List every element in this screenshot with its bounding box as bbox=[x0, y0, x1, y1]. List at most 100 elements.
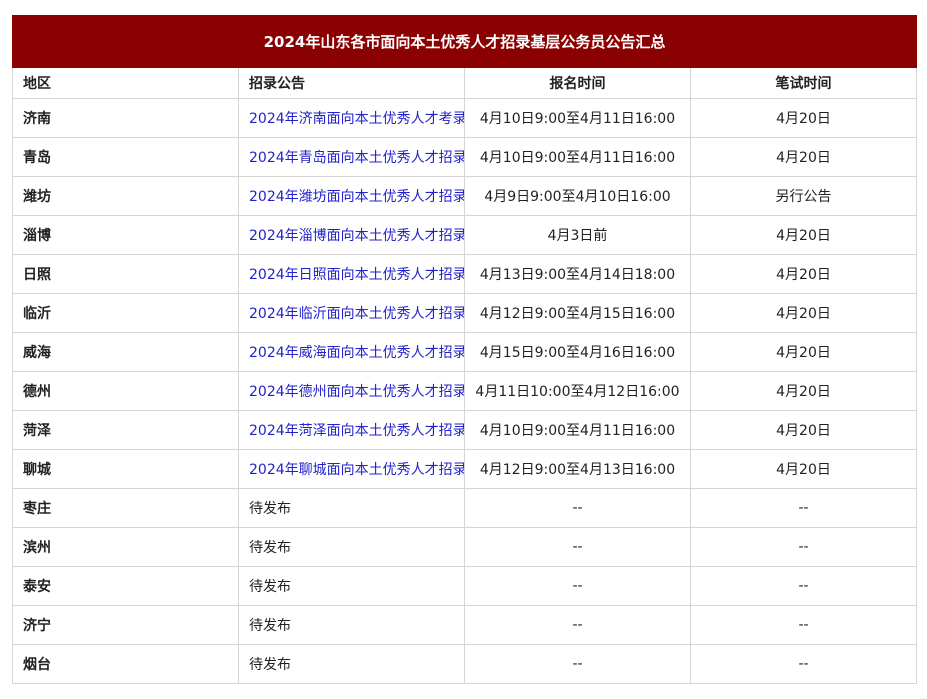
registration-time-cell: 4月10日9:00至4月11日16:00 bbox=[464, 137, 691, 177]
exam-time-cell: 另行公告 bbox=[690, 176, 917, 216]
region-cell: 聊城 bbox=[12, 449, 239, 489]
region-cell: 济南 bbox=[12, 98, 239, 138]
notice-link[interactable]: 2024年淄博面向本土优秀人才招录基层公务员6人公告 bbox=[249, 228, 464, 244]
notice-link[interactable]: 2024年德州面向本土优秀人才招录基层公务员33人公告 bbox=[249, 384, 464, 400]
table-row: 烟台 待发布 -- -- bbox=[12, 644, 917, 684]
header-registration: 报名时间 bbox=[464, 67, 691, 99]
region-cell: 菏泽 bbox=[12, 410, 239, 450]
exam-time-cell: 4月20日 bbox=[690, 410, 917, 450]
notice-cell: 待发布 bbox=[238, 644, 465, 684]
announcement-table: 2024年山东各市面向本土优秀人才招录基层公务员公告汇总 地区 招录公告 报名时… bbox=[12, 15, 917, 684]
exam-time-cell: -- bbox=[690, 605, 917, 645]
registration-time-cell: 4月3日前 bbox=[464, 215, 691, 255]
region-cell: 滨州 bbox=[12, 527, 239, 567]
notice-link[interactable]: 2024年菏泽面向本土优秀人才招录公务员12人公告 bbox=[249, 423, 464, 439]
notice-cell: 待发布 bbox=[238, 527, 465, 567]
notice-link[interactable]: 2024年济南面向本土优秀人才考录基层公务员16人公告 bbox=[249, 111, 464, 127]
title-row: 2024年山东各市面向本土优秀人才招录基层公务员公告汇总 bbox=[12, 15, 917, 68]
notice-link[interactable]: 2024年临沂面向本土优秀人才招录基层公务员27人公告 bbox=[249, 306, 464, 322]
region-cell: 枣庄 bbox=[12, 488, 239, 528]
exam-time-cell: 4月20日 bbox=[690, 98, 917, 138]
notice-cell: 2024年淄博面向本土优秀人才招录基层公务员6人公告 bbox=[238, 215, 465, 255]
registration-time-cell: 4月15日9:00至4月16日16:00 bbox=[464, 332, 691, 372]
region-cell: 济宁 bbox=[12, 605, 239, 645]
table-row: 泰安 待发布 -- -- bbox=[12, 566, 917, 606]
notice-link[interactable]: 2024年日照面向本土优秀人才招录公务员4人公告 bbox=[249, 267, 464, 283]
registration-time-cell: -- bbox=[464, 527, 691, 567]
exam-time-cell: -- bbox=[690, 566, 917, 606]
notice-pending-text: 待发布 bbox=[249, 579, 291, 595]
region-cell: 潍坊 bbox=[12, 176, 239, 216]
announcement-summary: 2024年山东各市面向本土优秀人才招录基层公务员公告汇总 地区 招录公告 报名时… bbox=[12, 15, 917, 684]
notice-pending-text: 待发布 bbox=[249, 501, 291, 517]
notice-link[interactable]: 2024年潍坊面向本土优秀人才招录基层公务员29人公告 bbox=[249, 189, 464, 205]
notice-cell: 2024年潍坊面向本土优秀人才招录基层公务员29人公告 bbox=[238, 176, 465, 216]
exam-time-cell: 4月20日 bbox=[690, 449, 917, 489]
registration-time-cell: -- bbox=[464, 566, 691, 606]
exam-time-cell: 4月20日 bbox=[690, 215, 917, 255]
table-row: 日照 2024年日照面向本土优秀人才招录公务员4人公告 4月13日9:00至4月… bbox=[12, 254, 917, 294]
notice-cell: 2024年威海面向本土优秀人才招录基层公务员12人公告 bbox=[238, 332, 465, 372]
table-row: 德州 2024年德州面向本土优秀人才招录基层公务员33人公告 4月11日10:0… bbox=[12, 371, 917, 411]
registration-time-cell: 4月12日9:00至4月15日16:00 bbox=[464, 293, 691, 333]
region-cell: 临沂 bbox=[12, 293, 239, 333]
registration-time-cell: 4月12日9:00至4月13日16:00 bbox=[464, 449, 691, 489]
table-row: 临沂 2024年临沂面向本土优秀人才招录基层公务员27人公告 4月12日9:00… bbox=[12, 293, 917, 333]
registration-time-cell: -- bbox=[464, 605, 691, 645]
exam-time-cell: -- bbox=[690, 527, 917, 567]
exam-time-cell: 4月20日 bbox=[690, 254, 917, 294]
notice-link[interactable]: 2024年威海面向本土优秀人才招录基层公务员12人公告 bbox=[249, 345, 464, 361]
notice-pending-text: 待发布 bbox=[249, 540, 291, 556]
registration-time-cell: -- bbox=[464, 488, 691, 528]
registration-time-cell: 4月10日9:00至4月11日16:00 bbox=[464, 410, 691, 450]
notice-pending-text: 待发布 bbox=[249, 657, 291, 673]
region-cell: 日照 bbox=[12, 254, 239, 294]
notice-link[interactable]: 2024年青岛面向本土优秀人才招录基层公务员17人公告 bbox=[249, 150, 464, 166]
table-row: 潍坊 2024年潍坊面向本土优秀人才招录基层公务员29人公告 4月9日9:00至… bbox=[12, 176, 917, 216]
exam-time-cell: 4月20日 bbox=[690, 137, 917, 177]
registration-time-cell: -- bbox=[464, 644, 691, 684]
table-row: 菏泽 2024年菏泽面向本土优秀人才招录公务员12人公告 4月10日9:00至4… bbox=[12, 410, 917, 450]
notice-cell: 待发布 bbox=[238, 488, 465, 528]
notice-cell: 待发布 bbox=[238, 566, 465, 606]
region-cell: 淄博 bbox=[12, 215, 239, 255]
notice-cell: 待发布 bbox=[238, 605, 465, 645]
table-row: 济南 2024年济南面向本土优秀人才考录基层公务员16人公告 4月10日9:00… bbox=[12, 98, 917, 138]
registration-time-cell: 4月10日9:00至4月11日16:00 bbox=[464, 98, 691, 138]
header-region: 地区 bbox=[12, 67, 239, 99]
header-row: 地区 招录公告 报名时间 笔试时间 bbox=[12, 67, 917, 99]
notice-cell: 2024年德州面向本土优秀人才招录基层公务员33人公告 bbox=[238, 371, 465, 411]
region-cell: 烟台 bbox=[12, 644, 239, 684]
table-row: 青岛 2024年青岛面向本土优秀人才招录基层公务员17人公告 4月10日9:00… bbox=[12, 137, 917, 177]
exam-time-cell: 4月20日 bbox=[690, 332, 917, 372]
region-cell: 德州 bbox=[12, 371, 239, 411]
notice-cell: 2024年临沂面向本土优秀人才招录基层公务员27人公告 bbox=[238, 293, 465, 333]
table-row: 滨州 待发布 -- -- bbox=[12, 527, 917, 567]
header-notice: 招录公告 bbox=[238, 67, 465, 99]
registration-time-cell: 4月9日9:00至4月10日16:00 bbox=[464, 176, 691, 216]
exam-time-cell: 4月20日 bbox=[690, 371, 917, 411]
notice-link[interactable]: 2024年聊城面向本土优秀人才招录基层公务员24人公告 bbox=[249, 462, 464, 478]
notice-cell: 2024年青岛面向本土优秀人才招录基层公务员17人公告 bbox=[238, 137, 465, 177]
exam-time-cell: -- bbox=[690, 644, 917, 684]
table-row: 济宁 待发布 -- -- bbox=[12, 605, 917, 645]
table-row: 淄博 2024年淄博面向本土优秀人才招录基层公务员6人公告 4月3日前 4月20… bbox=[12, 215, 917, 255]
table-body: 济南 2024年济南面向本土优秀人才考录基层公务员16人公告 4月10日9:00… bbox=[12, 98, 917, 684]
table-row: 威海 2024年威海面向本土优秀人才招录基层公务员12人公告 4月15日9:00… bbox=[12, 332, 917, 372]
registration-time-cell: 4月11日10:00至4月12日16:00 bbox=[464, 371, 691, 411]
table-title: 2024年山东各市面向本土优秀人才招录基层公务员公告汇总 bbox=[12, 15, 917, 68]
table-row: 聊城 2024年聊城面向本土优秀人才招录基层公务员24人公告 4月12日9:00… bbox=[12, 449, 917, 489]
region-cell: 青岛 bbox=[12, 137, 239, 177]
header-exam: 笔试时间 bbox=[690, 67, 917, 99]
table-row: 枣庄 待发布 -- -- bbox=[12, 488, 917, 528]
exam-time-cell: 4月20日 bbox=[690, 293, 917, 333]
notice-cell: 2024年聊城面向本土优秀人才招录基层公务员24人公告 bbox=[238, 449, 465, 489]
notice-cell: 2024年日照面向本土优秀人才招录公务员4人公告 bbox=[238, 254, 465, 294]
registration-time-cell: 4月13日9:00至4月14日18:00 bbox=[464, 254, 691, 294]
region-cell: 泰安 bbox=[12, 566, 239, 606]
notice-cell: 2024年济南面向本土优秀人才考录基层公务员16人公告 bbox=[238, 98, 465, 138]
region-cell: 威海 bbox=[12, 332, 239, 372]
notice-cell: 2024年菏泽面向本土优秀人才招录公务员12人公告 bbox=[238, 410, 465, 450]
notice-pending-text: 待发布 bbox=[249, 618, 291, 634]
exam-time-cell: -- bbox=[690, 488, 917, 528]
